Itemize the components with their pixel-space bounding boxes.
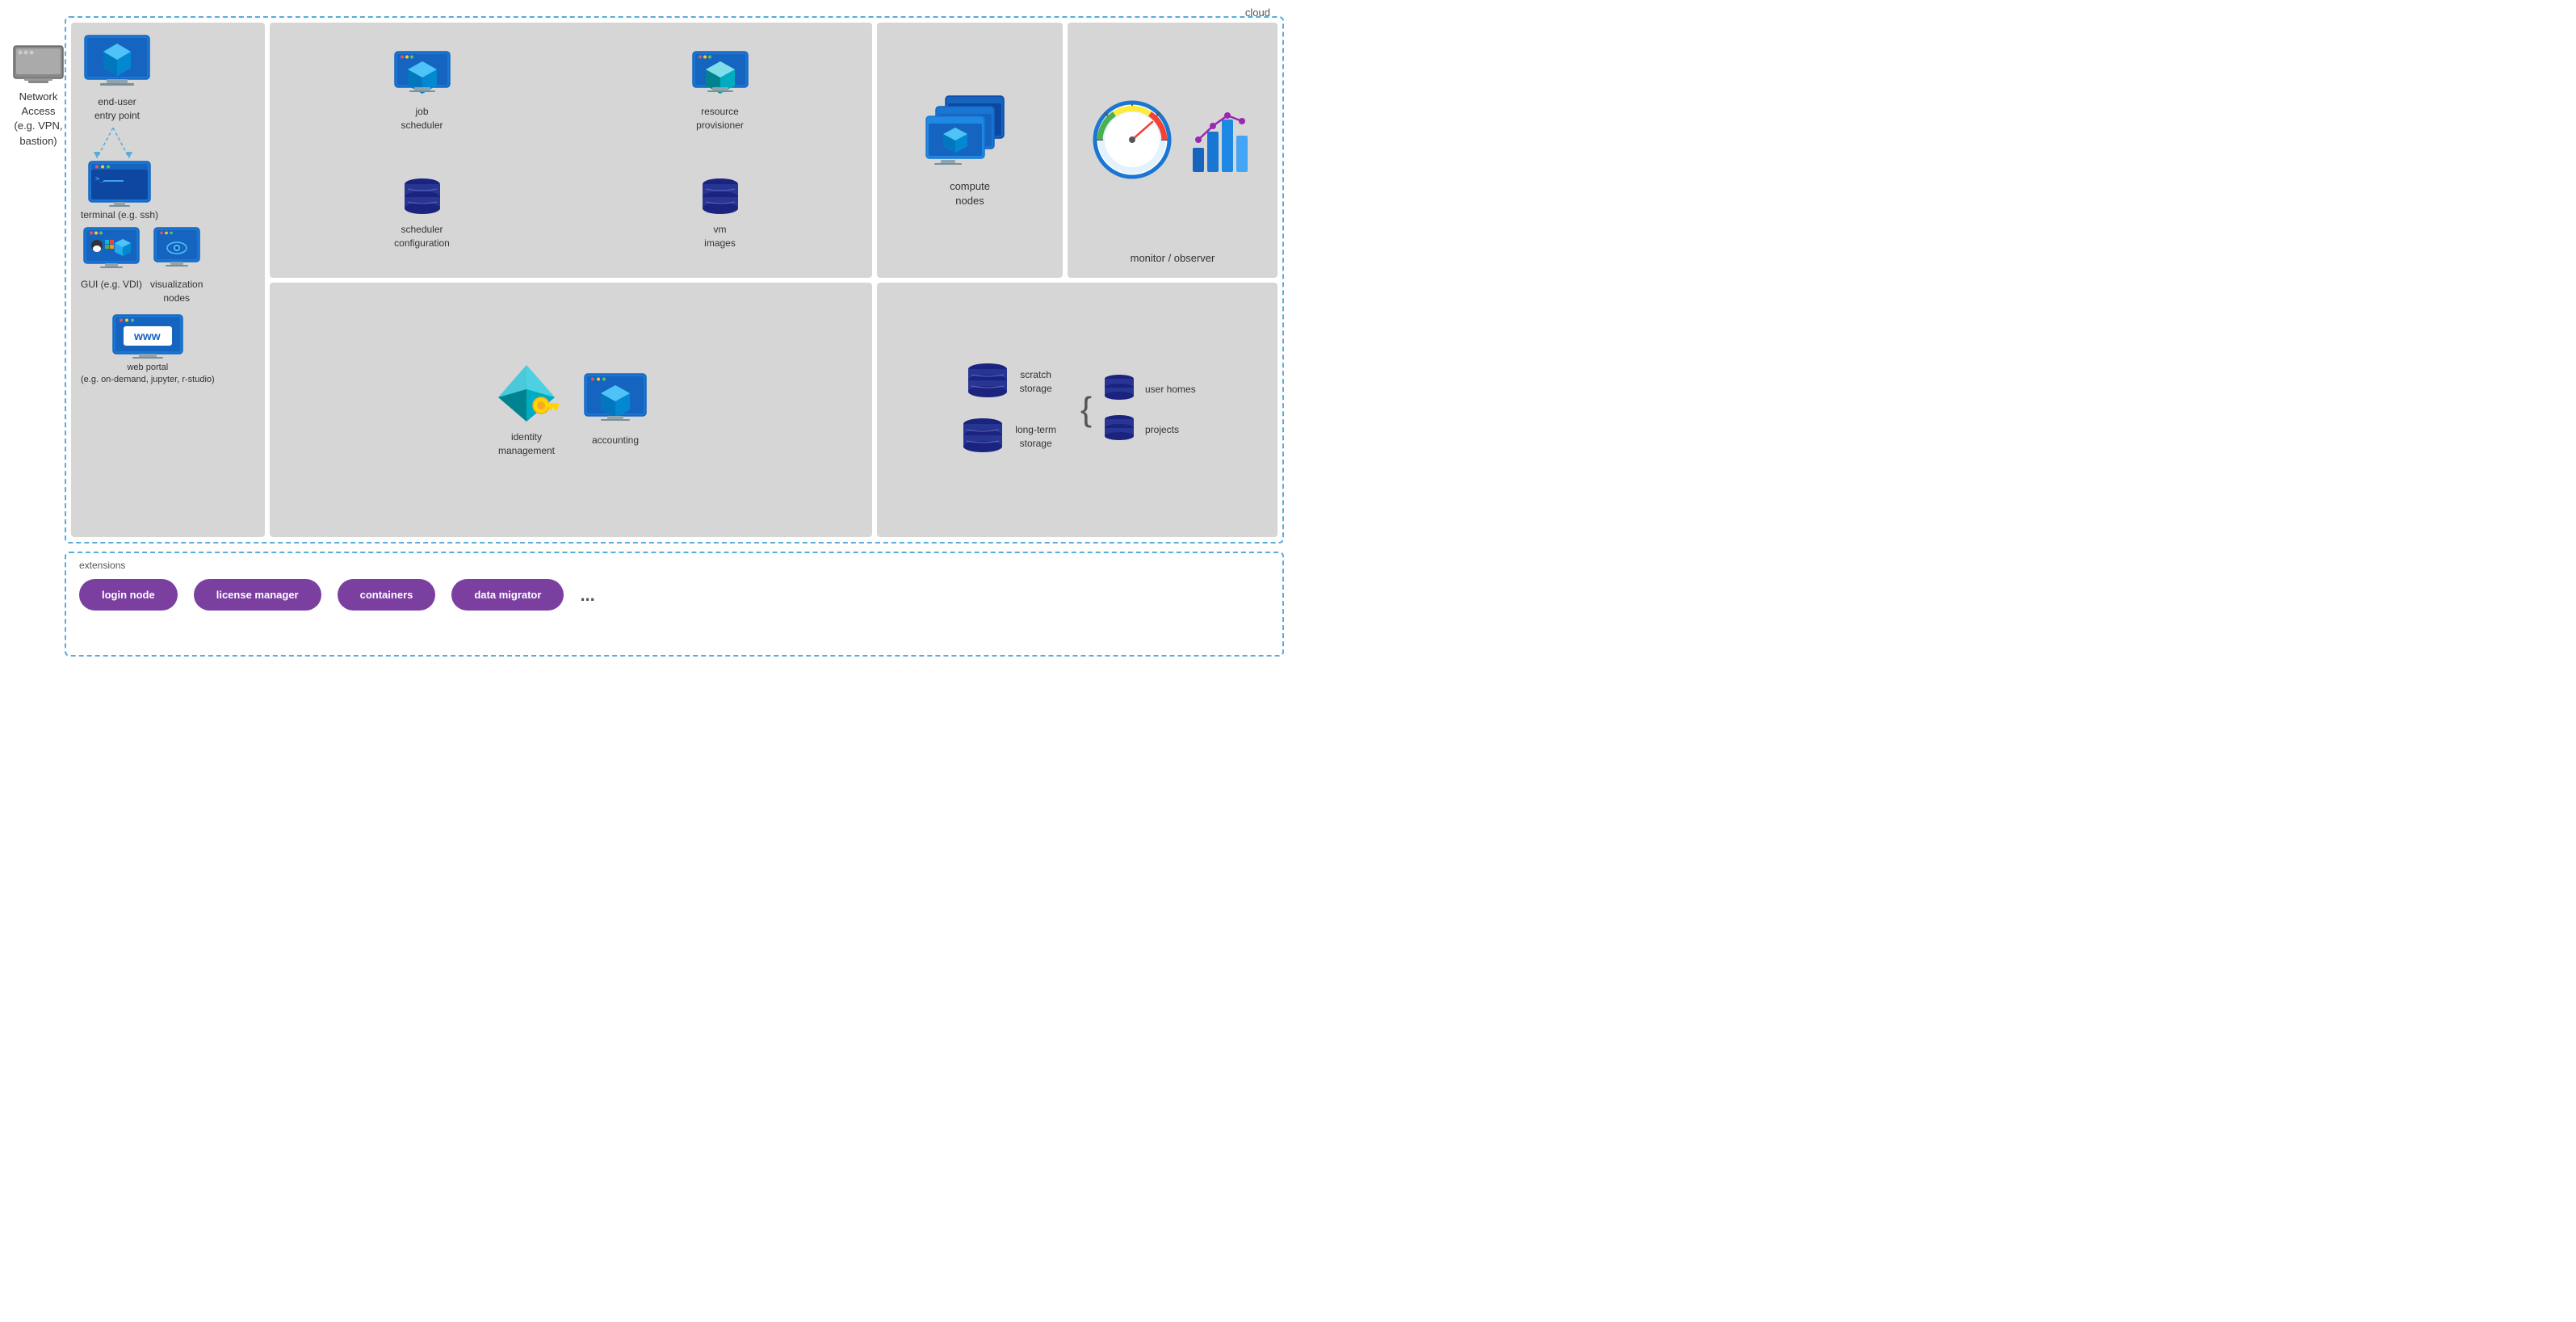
panel-monitor: monitor / observer: [1068, 23, 1278, 278]
scheduler-grid: jobscheduler: [279, 34, 862, 266]
storage-col-left: scratch storage: [959, 363, 1056, 456]
scratch-storage-label: scratch storage: [1020, 368, 1052, 396]
user-homes-label: user homes: [1145, 383, 1196, 397]
panel-identity: identity management: [270, 283, 872, 538]
accounting-item: accounting: [583, 372, 648, 447]
panel-entry: end-user entry point: [71, 23, 265, 537]
gui-label: GUI (e.g. VDI): [81, 278, 142, 292]
web-portal-icon: www: [111, 313, 184, 362]
resource-provisioner-item: resourceprovisioner: [691, 50, 749, 132]
dashed-arrow-icon: [81, 128, 145, 160]
network-access-label: Network Access (e.g. VPN, bastion): [15, 90, 63, 149]
user-homes-projects: user homes projects: [1100, 374, 1196, 445]
compute-nodes-icon: [921, 92, 1018, 173]
entry-gui-row: GUI (e.g. VDI): [81, 226, 203, 305]
terminal-label: terminal (e.g. ssh): [81, 208, 158, 222]
panel-compute: compute nodes: [877, 23, 1063, 278]
extensions-label: extensions: [79, 560, 1269, 571]
gui-icon: [82, 226, 141, 273]
projects-icon: [1100, 414, 1139, 445]
extensions-buttons: login node license manager containers da…: [79, 579, 1269, 611]
scratch-storage-icon: [963, 363, 1012, 401]
identity-item: identity management: [494, 361, 559, 458]
projects-row: projects: [1100, 414, 1196, 445]
scheduler-config-label: schedulerconfiguration: [394, 223, 450, 250]
speedometer-icon: [1092, 99, 1173, 180]
vm-images-item: vmimages: [698, 178, 743, 250]
scratch-storage-item: scratch storage: [963, 363, 1052, 401]
longterm-storage-label: long-term storage: [1015, 423, 1056, 451]
longterm-storage-icon: [959, 418, 1007, 456]
accounting-icon: [583, 372, 648, 429]
user-homes-row: user homes: [1100, 374, 1196, 405]
vm-images-icon: [698, 178, 743, 216]
job-scheduler-label: jobscheduler: [401, 105, 443, 132]
data-migrator-button[interactable]: data migrator: [451, 579, 564, 611]
svg-text:>_: >_: [95, 175, 104, 183]
containers-button[interactable]: containers: [338, 579, 436, 611]
monitor-inner: [1077, 34, 1268, 245]
chart-icon: [1189, 103, 1253, 176]
curly-brace: {: [1080, 392, 1092, 426]
compute-inner: compute nodes: [887, 34, 1053, 266]
monitor-label: monitor / observer: [1131, 251, 1215, 266]
panel-scheduler: jobscheduler: [270, 23, 872, 278]
longterm-storage-item: long-term storage: [959, 418, 1056, 456]
accounting-label: accounting: [592, 434, 639, 447]
ext-dots: ...: [580, 585, 594, 606]
job-scheduler-icon: [393, 50, 451, 99]
visualization-label: visualization nodes: [150, 278, 203, 305]
panel-storage: scratch storage: [877, 283, 1278, 538]
compute-nodes-label: compute nodes: [950, 179, 990, 208]
web-portal-label: web portal (e.g. on-demand, jupyter, r-s…: [81, 362, 215, 387]
resource-provisioner-icon: [691, 50, 749, 99]
page-wrapper: cloud Network Access (e.g. VPN, bastion): [0, 0, 1288, 661]
terminal-icon: >_: [87, 160, 152, 208]
entry-top: end-user entry point: [81, 34, 153, 123]
login-node-button[interactable]: login node: [79, 579, 178, 611]
storage-right: { user homes: [1080, 374, 1196, 445]
network-access-panel: Network Access (e.g. VPN, bastion): [8, 44, 69, 303]
visualization-icon: [153, 226, 201, 273]
scheduler-config-icon: [400, 178, 445, 216]
network-terminal-icon: [12, 44, 65, 83]
cloud-container: end-user entry point: [65, 16, 1284, 543]
identity-inner: identity management: [279, 294, 862, 527]
identity-label: identity management: [498, 430, 555, 458]
entry-point-monitor-icon: [81, 34, 153, 92]
projects-label: projects: [1145, 423, 1179, 437]
license-manager-button[interactable]: license manager: [194, 579, 321, 611]
visualization-item: visualization nodes: [150, 226, 203, 305]
identity-icon: [494, 361, 559, 426]
entry-point-label: end-user entry point: [94, 95, 140, 123]
gui-item: GUI (e.g. VDI): [81, 226, 142, 292]
user-homes-icon: [1100, 374, 1139, 405]
scheduler-config-item: schedulerconfiguration: [394, 178, 450, 250]
entry-terminal-section: >_ terminal (e.g. ssh): [81, 160, 158, 222]
job-scheduler-item: jobscheduler: [393, 50, 451, 132]
cloud-grid: end-user entry point: [71, 23, 1278, 537]
resource-provisioner-label: resourceprovisioner: [696, 105, 744, 132]
vm-images-label: vmimages: [704, 223, 736, 250]
svg-text:www: www: [133, 329, 161, 342]
entry-web-section: www web portal (e.g. on-demand, jupyter,…: [81, 313, 215, 387]
extensions-container: extensions login node license manager co…: [65, 552, 1284, 657]
storage-inner: scratch storage: [887, 294, 1268, 527]
